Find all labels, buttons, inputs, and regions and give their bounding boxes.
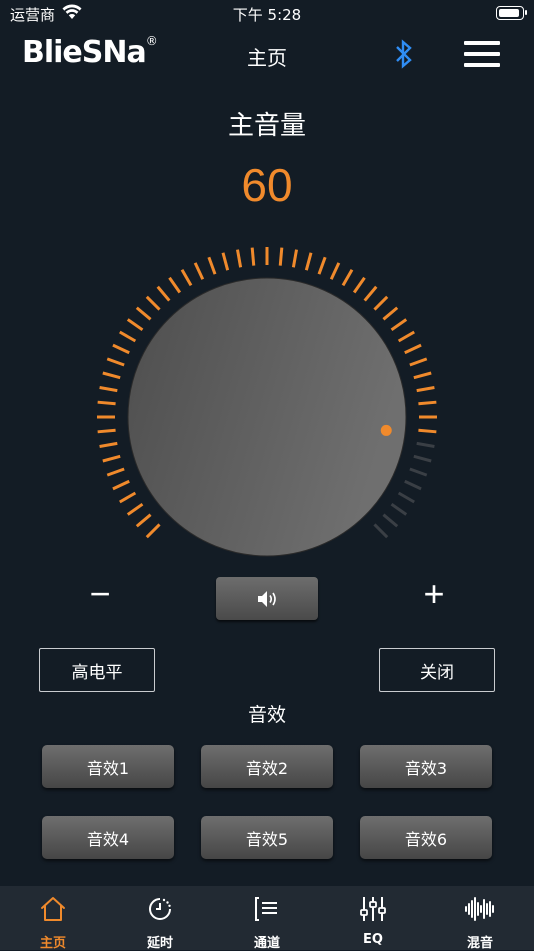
knob-tick: [221, 252, 230, 271]
knob-tick: [404, 479, 422, 491]
page-title: 主页: [247, 46, 287, 70]
knob-tick: [145, 295, 161, 311]
effect-1-button[interactable]: 音效1: [42, 745, 174, 788]
knob-tick: [341, 269, 354, 287]
effect-4-button[interactable]: 音效4: [42, 816, 174, 859]
tab-label: 主页: [39, 936, 66, 951]
knob-tick: [418, 428, 437, 434]
knob-tick: [135, 513, 152, 528]
knob-tick: [97, 400, 116, 406]
tab-delay[interactable]: 延时: [120, 886, 200, 951]
knob-tick: [106, 357, 125, 367]
knob-tick: [119, 491, 137, 504]
knob-tick: [236, 249, 243, 268]
knob-tick: [304, 252, 313, 271]
clock-icon: [149, 898, 171, 920]
knob-tick: [112, 479, 130, 491]
mute-button[interactable]: [216, 577, 318, 620]
tab-bar: 主页 延时 通道 EQ 混音: [0, 886, 534, 951]
knob-tick: [193, 262, 205, 280]
knob-tick: [390, 502, 408, 516]
knob-tick: [404, 343, 422, 355]
knob-tick: [119, 330, 137, 343]
tab-label: 通道: [253, 936, 280, 951]
knob-tick: [363, 285, 378, 302]
knob-tick: [317, 256, 327, 275]
tab-mix[interactable]: 混音: [440, 886, 520, 951]
speaker-icon: [258, 590, 276, 607]
knob-tick: [382, 306, 399, 321]
knob-tick: [352, 276, 366, 294]
volume-value: 60: [241, 159, 293, 211]
knob-tick: [413, 454, 432, 463]
status-bar: 运营商 下午 5:28: [0, 0, 534, 28]
volume-up-button[interactable]: +: [418, 573, 450, 615]
knob-tick: [112, 343, 130, 355]
knob-tick: [409, 467, 428, 477]
knob-tick: [135, 306, 152, 321]
knob-tick: [126, 318, 144, 332]
sliders-icon: [360, 897, 386, 921]
high-level-button[interactable]: 高电平: [39, 648, 155, 692]
knob-tick: [99, 386, 118, 393]
bluetooth-icon[interactable]: [392, 38, 416, 70]
waveform-icon: [465, 897, 494, 921]
knob-tick: [413, 371, 432, 380]
effect-5-button[interactable]: 音效5: [201, 816, 333, 859]
volume-down-button[interactable]: −: [84, 573, 116, 615]
effects-label: 音效: [247, 704, 286, 726]
status-time: 下午 5:28: [232, 6, 302, 24]
knob-indicator: [380, 424, 392, 436]
knob-tick: [250, 247, 256, 266]
knob-tick: [180, 269, 193, 287]
knob-tick: [106, 467, 125, 477]
tab-eq[interactable]: EQ: [333, 886, 413, 950]
effect-6-button[interactable]: 音效6: [360, 816, 492, 859]
tab-home[interactable]: 主页: [13, 886, 93, 951]
tab-label: 混音: [466, 936, 493, 951]
knob-tick: [397, 330, 415, 343]
close-button[interactable]: 关闭: [379, 648, 495, 692]
knob-tick: [145, 523, 161, 539]
knob-dial: [127, 277, 407, 557]
knob-tick: [99, 441, 118, 448]
knob-tick: [291, 249, 298, 268]
knob-tick: [390, 318, 408, 332]
effect-3-button[interactable]: 音效3: [360, 745, 492, 788]
knob-tick: [126, 502, 144, 516]
menu-icon[interactable]: [464, 41, 500, 67]
volume-knob[interactable]: [92, 242, 442, 592]
knob-tick: [416, 441, 435, 448]
tab-label: EQ: [363, 932, 383, 947]
knob-tick: [207, 256, 217, 275]
knob-tick: [156, 285, 171, 302]
knob-tick: [397, 491, 415, 504]
knob-tick: [418, 400, 437, 406]
knob-tick: [373, 295, 389, 311]
effect-2-button[interactable]: 音效2: [201, 745, 333, 788]
battery-icon: [496, 6, 527, 20]
knob-tick: [409, 357, 428, 367]
knob-tick: [168, 276, 182, 294]
list-icon: [255, 897, 277, 921]
home-icon: [41, 897, 65, 921]
tab-channel[interactable]: 通道: [227, 886, 307, 951]
tab-label: 延时: [146, 936, 173, 951]
knob-tick: [102, 371, 121, 380]
knob-tick: [102, 454, 121, 463]
knob-tick: [382, 513, 399, 528]
knob-tick: [373, 523, 389, 539]
knob-tick: [97, 428, 116, 434]
knob-tick: [278, 247, 284, 266]
volume-label: 主音量: [227, 111, 306, 141]
knob-tick: [329, 262, 341, 280]
knob-tick: [416, 386, 435, 393]
